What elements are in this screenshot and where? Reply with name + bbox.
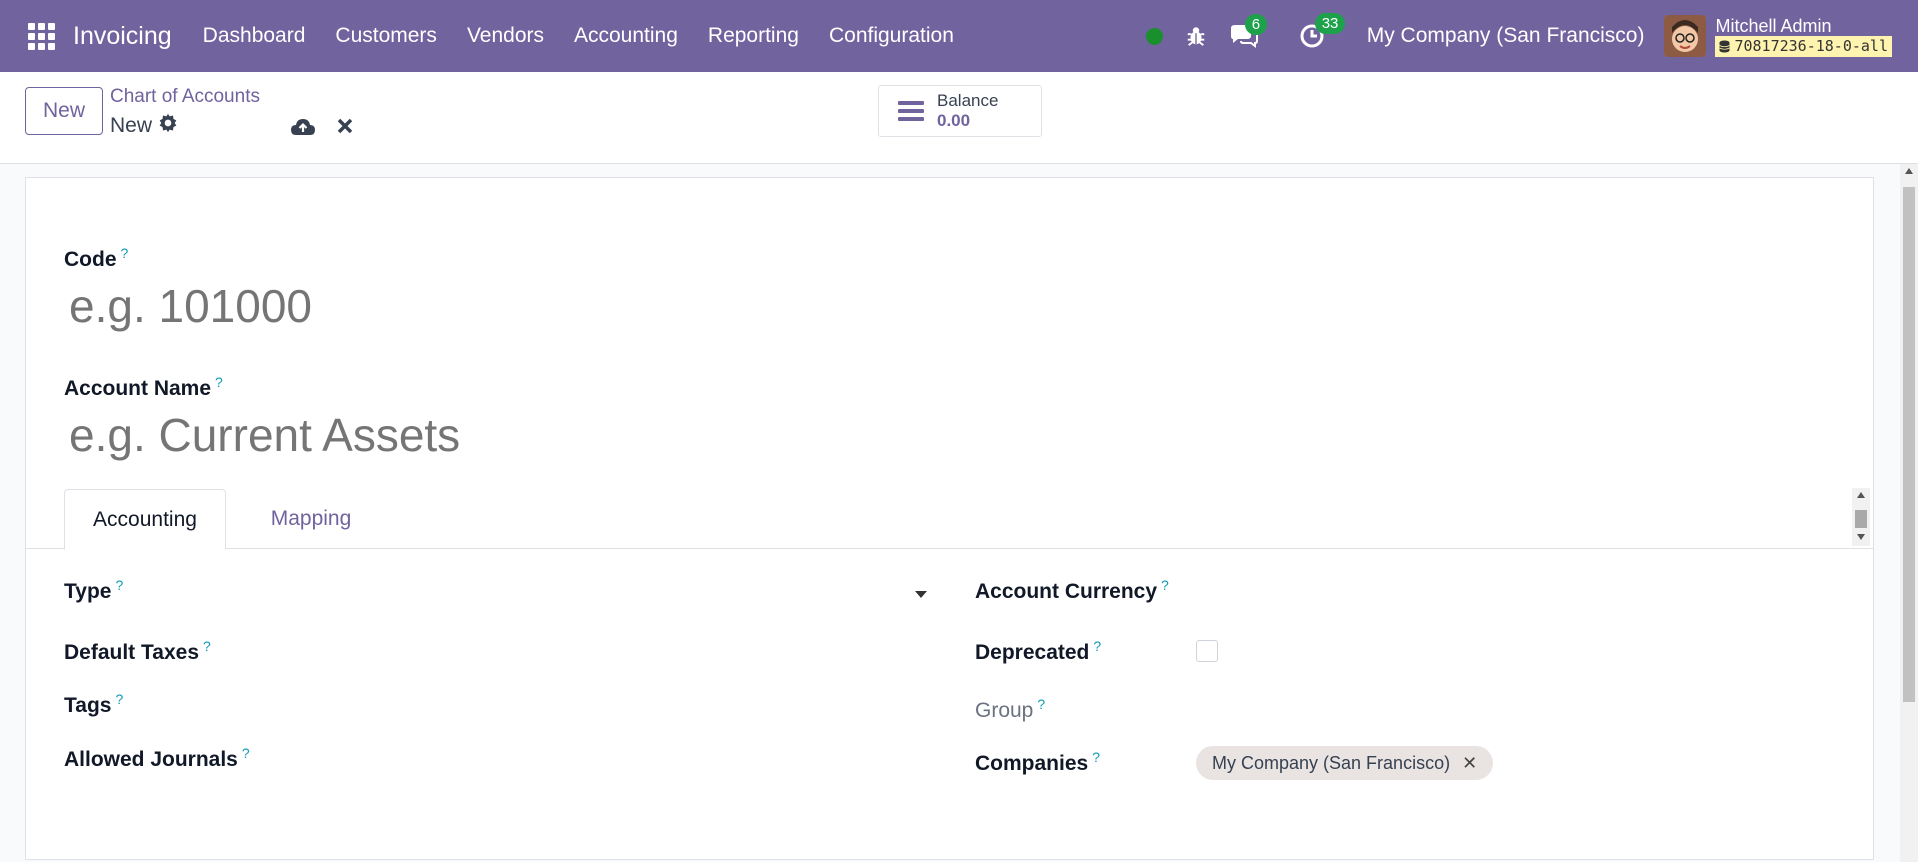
online-status-icon [1145,27,1163,45]
scrollbar-thumb[interactable] [1903,187,1915,702]
group-label: Group? [975,696,1046,722]
control-panel: New Chart of Accounts New Balance 0.00 [0,72,1918,164]
allowed-journals-help-icon[interactable]: ? [242,745,250,761]
company-switcher[interactable]: My Company (San Francisco) [1367,24,1645,48]
companies-tag-label: My Company (San Francisco) [1212,752,1451,773]
type-help-icon[interactable]: ? [115,577,123,593]
app-brand[interactable]: Invoicing [73,22,172,51]
tabs-scrollbar[interactable] [1852,488,1870,546]
default-taxes-label: Default Taxes? [64,638,211,664]
group-help-icon[interactable]: ? [1037,696,1045,712]
form-sheet: Code? Account Name? Accounting Mapping T… [25,177,1874,860]
user-avatar[interactable] [1664,15,1707,57]
main-menu: Dashboard Customers Vendors Accounting R… [188,24,969,48]
page-scrollbar[interactable] [1900,164,1918,862]
account-name-input[interactable] [69,404,1169,466]
messages-count-badge: 6 [1244,14,1268,35]
code-label: Code? [64,245,129,271]
activities-clock-icon[interactable]: 33 [1299,13,1346,49]
menu-reporting[interactable]: Reporting [693,24,814,48]
scroll-up-arrow-icon[interactable] [1905,168,1913,174]
companies-help-icon[interactable]: ? [1092,749,1100,765]
database-name: 70817236-18-0-all [1734,36,1888,55]
remove-tag-icon[interactable]: ✕ [1462,753,1477,774]
database-name-tag: 70817236-18-0-all [1715,35,1892,57]
apps-menu-icon[interactable] [27,22,55,50]
navbar-systray: 6 33 My Company (San Francisco) Mitchell… [1145,0,1918,72]
account-currency-label: Account Currency? [975,577,1169,603]
tags-help-icon[interactable]: ? [115,691,123,707]
type-dropdown-caret-icon[interactable] [915,591,927,598]
breadcrumb-chart-of-accounts[interactable]: Chart of Accounts [110,86,260,108]
deprecated-label: Deprecated? [975,638,1102,664]
deprecated-checkbox[interactable] [1196,640,1218,662]
notebook-tabs: Accounting Mapping [26,489,1873,550]
account-name-help-icon[interactable]: ? [215,374,223,390]
allowed-journals-label: Allowed Journals? [64,745,250,771]
default-taxes-help-icon[interactable]: ? [203,638,211,654]
list-bars-icon [898,97,924,125]
menu-customers[interactable]: Customers [320,24,452,48]
activities-count-badge: 33 [1314,13,1346,34]
gear-icon[interactable] [158,113,178,139]
messages-chat-icon[interactable]: 6 [1229,14,1268,48]
type-label: Type? [64,577,124,603]
balance-value: 0.00 [937,111,971,130]
account-name-label: Account Name? [64,374,223,400]
record-title: New [110,113,178,139]
companies-label: Companies? [975,749,1100,775]
companies-tag: My Company (San Francisco) ✕ [1196,746,1494,780]
menu-vendors[interactable]: Vendors [452,24,559,48]
tab-accounting[interactable]: Accounting [64,489,226,550]
code-input[interactable] [69,275,969,337]
menu-dashboard[interactable]: Dashboard [188,24,321,48]
user-menu[interactable]: Mitchell Admin 70817236-18-0-all [1715,16,1892,57]
tags-label: Tags? [64,691,124,717]
code-help-icon[interactable]: ? [121,245,129,261]
record-name: New [110,114,153,137]
balance-label: Balance [937,91,999,110]
database-icon [1719,40,1731,52]
deprecated-help-icon[interactable]: ? [1093,638,1101,654]
menu-accounting[interactable]: Accounting [559,24,693,48]
new-button[interactable]: New [25,87,103,135]
menu-configuration[interactable]: Configuration [814,24,969,48]
balance-smart-button[interactable]: Balance 0.00 [878,85,1042,137]
debug-bug-icon[interactable] [1185,25,1207,47]
discard-close-icon[interactable] [336,117,354,140]
save-cloud-icon[interactable] [290,117,316,142]
tab-mapping[interactable]: Mapping [251,489,371,549]
account-currency-help-icon[interactable]: ? [1161,577,1169,593]
top-navbar: Invoicing Dashboard Customers Vendors Ac… [0,0,1918,72]
user-name: Mitchell Admin [1715,15,1832,36]
